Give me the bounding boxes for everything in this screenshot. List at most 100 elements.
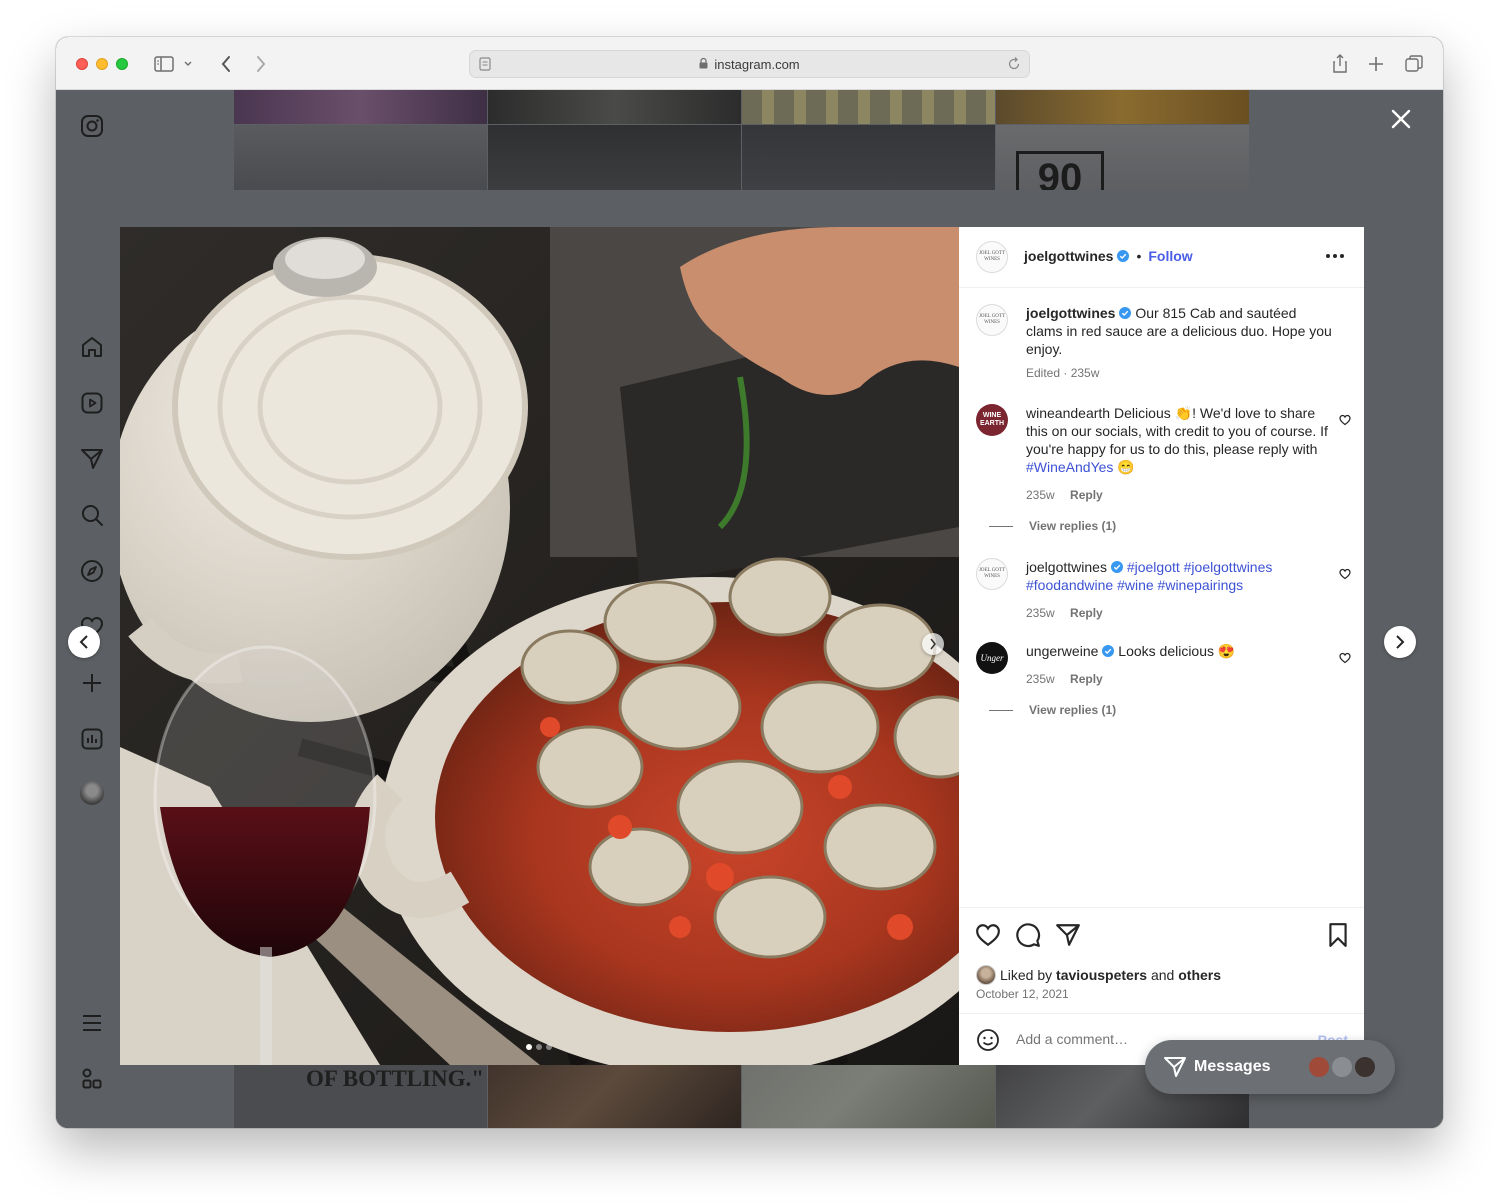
- post-date: October 12, 2021: [976, 987, 1069, 1001]
- carousel-dot: [536, 1044, 542, 1050]
- grid-post[interactable]: [234, 90, 487, 124]
- message-avatar: [1307, 1055, 1331, 1079]
- liked-by-prefix: Liked by: [1000, 967, 1053, 983]
- liked-by: Liked by taviouspeters and others: [976, 965, 1221, 985]
- more-options-icon[interactable]: [1326, 254, 1344, 258]
- caption-username[interactable]: joelgottwines: [1026, 305, 1115, 321]
- comment-time: 235w: [1026, 488, 1055, 502]
- grid-post[interactable]: [996, 90, 1249, 124]
- close-modal-button[interactable]: [1388, 106, 1414, 132]
- url-text: instagram.com: [714, 57, 800, 72]
- post-photo[interactable]: [120, 227, 959, 1065]
- commenter-avatar[interactable]: JOEL GOTT WINES: [976, 558, 1008, 590]
- message-avatar: [1330, 1055, 1354, 1079]
- likes-others-link[interactable]: others: [1178, 967, 1221, 983]
- reply-button[interactable]: Reply: [1070, 606, 1103, 620]
- browser-window: instagram.com 90 OF BOTTLING." JOEL GOTT…: [56, 37, 1443, 1128]
- author-username[interactable]: joelgottwines: [1024, 248, 1113, 264]
- direct-icon: [1164, 1057, 1186, 1077]
- follow-button[interactable]: Follow: [1148, 248, 1192, 264]
- instagram-logo-icon[interactable]: [78, 112, 106, 140]
- direct-icon[interactable]: [78, 445, 106, 473]
- zoom-window-button[interactable]: [116, 58, 128, 70]
- grid-post[interactable]: [742, 90, 995, 124]
- liked-by-and: and: [1150, 967, 1175, 983]
- liker-username[interactable]: taviouspeters: [1056, 967, 1147, 983]
- like-heart-icon[interactable]: [975, 922, 1001, 948]
- comment-item: JOEL GOTT WINES joelgottwines #joelgott …: [976, 558, 1351, 628]
- minimize-window-button[interactable]: [96, 58, 108, 70]
- reply-button[interactable]: Reply: [1070, 672, 1103, 686]
- reply-button[interactable]: Reply: [1070, 488, 1103, 502]
- author-avatar[interactable]: JOEL GOTT WINES: [976, 241, 1008, 273]
- reload-icon[interactable]: [1007, 56, 1021, 77]
- messages-label: Messages: [1194, 1058, 1271, 1075]
- hashtag-link[interactable]: #WineAndYes: [1026, 459, 1113, 475]
- carousel-dot-active: [526, 1044, 532, 1050]
- grid-post[interactable]: [234, 125, 487, 190]
- insights-icon[interactable]: [78, 725, 106, 753]
- caption-meta: Edited · 235w: [1026, 366, 1100, 380]
- close-window-button[interactable]: [76, 58, 88, 70]
- comment-item: Unger ungerweine Looks delicious 😍 235w …: [976, 642, 1351, 702]
- comment-time: 235w: [1026, 672, 1055, 686]
- comment-bubble-icon[interactable]: [1015, 922, 1041, 948]
- commenter-username[interactable]: joelgottwines: [1026, 559, 1107, 575]
- share-plane-icon[interactable]: [1055, 922, 1081, 948]
- grid-post[interactable]: [488, 90, 741, 124]
- page-content: 90 THE TASTE AT THE MOMENT OF BOTTLING.": [56, 90, 1443, 1128]
- tab-overview-icon[interactable]: [1401, 51, 1427, 77]
- back-icon[interactable]: [213, 51, 239, 77]
- address-bar[interactable]: instagram.com: [469, 50, 1030, 78]
- post-sidebar: JOEL GOTT WINES joelgottwines • Follow J…: [959, 227, 1364, 1065]
- view-replies-button[interactable]: View replies (1): [1029, 703, 1116, 717]
- new-tab-icon[interactable]: [1363, 51, 1389, 77]
- search-icon[interactable]: [78, 501, 106, 529]
- emoji-picker-icon[interactable]: [976, 1028, 1000, 1052]
- liker-avatar[interactable]: [976, 965, 996, 985]
- chevron-down-icon[interactable]: [180, 51, 196, 77]
- grid-post[interactable]: [742, 125, 995, 190]
- previous-post-button[interactable]: [68, 626, 100, 658]
- like-comment-heart-icon[interactable]: [1339, 652, 1351, 664]
- menu-icon[interactable]: [78, 1009, 106, 1037]
- message-avatar: [1353, 1055, 1377, 1079]
- next-image-button[interactable]: [922, 633, 944, 655]
- view-replies-button[interactable]: View replies (1): [1029, 519, 1116, 533]
- carousel-dot: [546, 1044, 552, 1050]
- save-bookmark-icon[interactable]: [1325, 922, 1351, 948]
- also-from-meta-icon[interactable]: [78, 1065, 106, 1093]
- comment-emoji: 😁: [1117, 459, 1135, 475]
- home-icon[interactable]: [78, 333, 106, 361]
- score-badge: 90: [1016, 151, 1104, 190]
- separator-dot: •: [1136, 248, 1142, 264]
- messages-button[interactable]: Messages: [1145, 1040, 1395, 1094]
- like-comment-heart-icon[interactable]: [1339, 414, 1351, 426]
- commenter-avatar[interactable]: WINE EARTH: [976, 404, 1008, 436]
- share-icon[interactable]: [1327, 51, 1353, 77]
- commenter-username[interactable]: ungerweine: [1026, 643, 1098, 659]
- post-actions: Liked by taviouspeters and others Octobe…: [959, 907, 1364, 1014]
- like-comment-heart-icon[interactable]: [1339, 568, 1351, 580]
- reels-icon[interactable]: [78, 389, 106, 417]
- forward-icon[interactable]: [248, 51, 274, 77]
- caption-author-avatar[interactable]: JOEL GOTT WINES: [976, 304, 1008, 336]
- comment-item: WINE EARTH wineandearth Delicious 👏! We'…: [976, 404, 1351, 524]
- post-header: JOEL GOTT WINES joelgottwines • Follow: [959, 227, 1364, 288]
- sidebar-toggle-icon[interactable]: [151, 51, 177, 77]
- next-post-button[interactable]: [1384, 626, 1416, 658]
- post-photo-illustration: [120, 227, 959, 1065]
- verified-badge-icon: [1110, 561, 1123, 573]
- commenter-avatar[interactable]: Unger: [976, 642, 1008, 674]
- verified-badge-icon: [1102, 645, 1115, 657]
- lock-icon: [699, 57, 708, 72]
- grid-post[interactable]: [488, 125, 741, 190]
- comment-time: 235w: [1026, 606, 1055, 620]
- profile-avatar[interactable]: [80, 781, 104, 805]
- grid-post[interactable]: 90: [996, 125, 1249, 190]
- comment-text: Looks delicious 😍: [1118, 643, 1236, 659]
- commenter-username[interactable]: wineandearth: [1026, 405, 1110, 421]
- explore-icon[interactable]: [78, 557, 106, 585]
- title-bar: instagram.com: [56, 37, 1443, 90]
- create-icon[interactable]: [78, 669, 106, 697]
